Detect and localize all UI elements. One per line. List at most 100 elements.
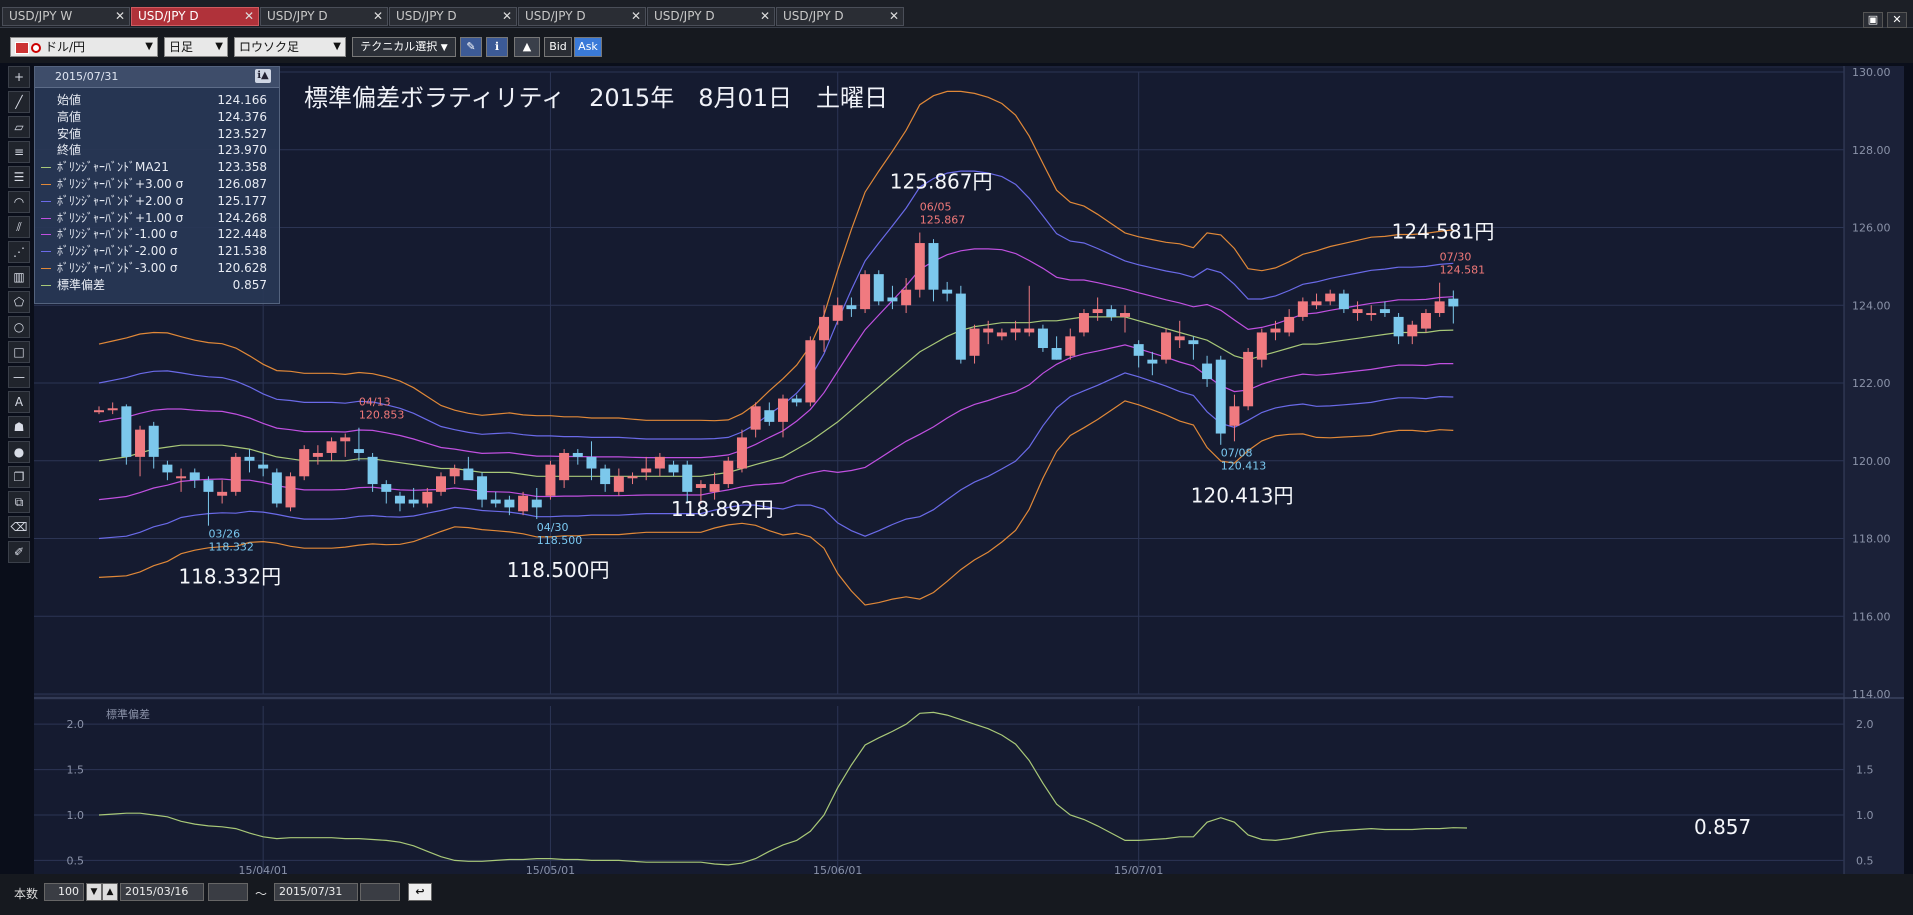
candle-body: [764, 410, 775, 422]
tab-close-icon[interactable]: ✕: [373, 8, 383, 25]
fib-icon[interactable]: ⋰: [8, 241, 30, 263]
tab-close-icon[interactable]: ✕: [502, 8, 512, 25]
info-row: 終値 123.970: [35, 142, 279, 159]
candle-body: [1202, 363, 1213, 380]
candle-body: [285, 476, 296, 508]
info-date: 2015/07/31: [55, 70, 119, 83]
tab-5[interactable]: USD/JPY D ✕: [647, 7, 775, 26]
candle-body: [1297, 301, 1308, 317]
tab-close-icon[interactable]: ✕: [631, 8, 641, 25]
candle-body: [107, 408, 118, 411]
tab-4[interactable]: USD/JPY D ✕: [518, 7, 646, 26]
tab-3[interactable]: USD/JPY D ✕: [389, 7, 517, 26]
end-time-input[interactable]: [360, 883, 400, 901]
count-up-icon[interactable]: ▲: [102, 883, 118, 901]
candle-body: [627, 476, 638, 479]
annotation-value: 120.853: [359, 409, 405, 422]
info-row-label: ﾎﾞﾘﾝｼﾞｬｰﾊﾞﾝﾄﾞ+3.00 σ: [57, 176, 184, 191]
tab-close-icon[interactable]: ✕: [244, 8, 254, 25]
info-collapse-icon[interactable]: ℹ▲: [255, 69, 271, 83]
chevron-down-icon: ▼: [145, 41, 153, 52]
candle-body: [955, 293, 966, 360]
area-chart-icon[interactable]: ▲: [514, 37, 540, 57]
line-icon[interactable]: ╱: [8, 91, 30, 113]
candle-body: [1379, 309, 1390, 314]
tab-1[interactable]: USD/JPY D ✕: [131, 7, 259, 26]
multi-lines-icon[interactable]: ☰: [8, 166, 30, 188]
line-swatch: [41, 167, 51, 169]
candle-body: [1037, 328, 1048, 349]
sub-y-tick-label: 1.5: [1856, 764, 1874, 777]
text-icon[interactable]: A: [8, 391, 30, 413]
info-row: ﾎﾞﾘﾝｼﾞｬｰﾊﾞﾝﾄﾞ-2.00 σ 121.538: [35, 243, 279, 260]
hline-icon[interactable]: —: [8, 366, 30, 388]
candle-body: [1420, 313, 1431, 329]
candle-body: [340, 437, 351, 442]
eraser-icon[interactable]: ⌫: [8, 516, 30, 538]
candle-body: [914, 243, 925, 290]
sub-y-tick-label-left: 1.5: [67, 764, 85, 777]
candle-body: [94, 410, 104, 413]
ask-button[interactable]: Ask: [574, 37, 602, 57]
end-date-input[interactable]: 2015/07/31: [274, 883, 358, 901]
tab-close-icon[interactable]: ✕: [889, 8, 899, 25]
candle-body: [312, 452, 323, 457]
hlines-icon[interactable]: ≡: [8, 141, 30, 163]
main-panel-bg: [34, 68, 1844, 694]
info-row: ﾎﾞﾘﾝｼﾞｬｰﾊﾞﾝﾄﾞ+2.00 σ 125.177: [35, 193, 279, 210]
polygon-icon[interactable]: ⬠: [8, 291, 30, 313]
candle-body: [1284, 316, 1295, 333]
tab-close-icon[interactable]: ✕: [115, 8, 125, 25]
technical-select[interactable]: テクニカル選択 ▼: [352, 37, 456, 57]
tab-0[interactable]: USD/JPY W ✕: [2, 7, 130, 26]
ruler-icon[interactable]: ▱: [8, 116, 30, 138]
count-down-icon[interactable]: ▼: [86, 883, 102, 901]
tab-label: USD/JPY D: [525, 9, 586, 23]
info-icon[interactable]: ℹ: [486, 37, 508, 57]
circle-icon[interactable]: ○: [8, 316, 30, 338]
window-buttons: ▣ ✕: [1859, 8, 1907, 28]
candle-body: [230, 456, 241, 492]
candle-body: [1407, 324, 1418, 337]
tab-6[interactable]: USD/JPY D ✕: [776, 7, 904, 26]
info-row-label: ﾎﾞﾘﾝｼﾞｬｰﾊﾞﾝﾄﾞ-1.00 σ: [57, 227, 178, 242]
chart-area[interactable]: 114.00 116.00 118.00 120.00 122.00 124.00 126.…: [34, 66, 1904, 877]
candle-body: [217, 491, 228, 496]
tab-2[interactable]: USD/JPY D ✕: [260, 7, 388, 26]
tab-label: USD/JPY D: [138, 9, 199, 23]
close-window-icon[interactable]: ✕: [1887, 12, 1907, 28]
pen-icon[interactable]: ✎: [460, 37, 482, 57]
rectangle-icon[interactable]: □: [8, 341, 30, 363]
count-input[interactable]: 100: [44, 883, 84, 901]
label-icon[interactable]: ☗: [8, 416, 30, 438]
copy-icon[interactable]: ❐: [8, 466, 30, 488]
return-icon[interactable]: ↩: [408, 883, 432, 901]
annotation-value: 118.332: [208, 541, 254, 554]
start-date-input[interactable]: 2015/03/16: [120, 883, 204, 901]
candle-body: [1448, 298, 1459, 307]
candle-body: [641, 468, 652, 473]
period-select[interactable]: 日足 ▼: [164, 37, 228, 57]
maximize-icon[interactable]: ▣: [1863, 12, 1883, 28]
fan-icon[interactable]: ⫽: [8, 216, 30, 238]
tab-close-icon[interactable]: ✕: [760, 8, 770, 25]
bid-button[interactable]: Bid: [544, 37, 572, 57]
candle-body: [613, 476, 624, 492]
annotation-date: 03/26: [208, 528, 240, 541]
candle-body: [1174, 336, 1185, 341]
chart-type-label: ロウソク足: [239, 40, 300, 54]
edit-icon[interactable]: ✐: [8, 541, 30, 563]
delete-icon[interactable]: ⧉: [8, 491, 30, 513]
crosshair-icon[interactable]: +: [8, 66, 30, 88]
currency-pair-select[interactable]: ドル/円 ▼: [10, 37, 158, 57]
y-tick-label: 116.00: [1852, 610, 1891, 623]
arc-icon[interactable]: ◠: [8, 191, 30, 213]
chart-type-select[interactable]: ロウソク足 ▼: [234, 37, 346, 57]
y-tick-label: 122.00: [1852, 377, 1891, 390]
y-tick-label: 124.00: [1852, 299, 1891, 312]
color-icon[interactable]: ●: [8, 441, 30, 463]
channel-icon[interactable]: ▥: [8, 266, 30, 288]
tab-bar: USD/JPY W ✕ USD/JPY D ✕ USD/JPY D ✕ USD/JPY D ✕…: [0, 0, 1913, 28]
info-row-label: ﾎﾞﾘﾝｼﾞｬｰﾊﾞﾝﾄﾞ-3.00 σ: [57, 260, 178, 275]
start-time-input[interactable]: [208, 883, 248, 901]
